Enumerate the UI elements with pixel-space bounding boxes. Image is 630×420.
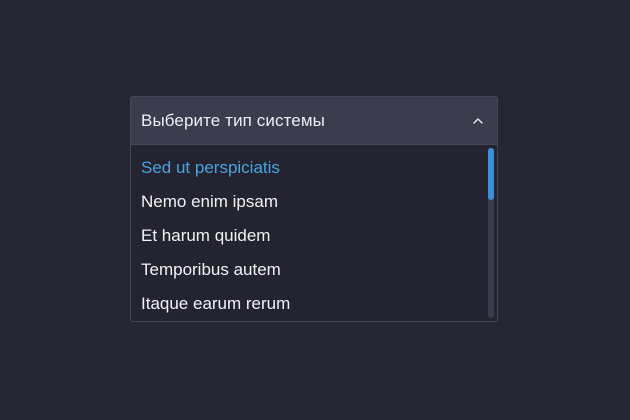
dropdown-option[interactable]: Temporibus autem xyxy=(131,253,497,287)
scrollbar-thumb[interactable] xyxy=(488,148,494,200)
dropdown-option[interactable]: Sed ut perspiciatis xyxy=(131,151,497,185)
dropdown-header[interactable]: Выберите тип системы xyxy=(131,97,497,145)
dropdown-option[interactable]: Et harum quidem xyxy=(131,219,497,253)
dropdown-option[interactable]: Nemo enim ipsam xyxy=(131,185,497,219)
chevron-up-icon[interactable] xyxy=(472,115,484,127)
dropdown-option[interactable]: Itaque earum rerum xyxy=(131,287,497,321)
system-type-dropdown[interactable]: Выберите тип системы Sed ut perspiciatis… xyxy=(130,96,498,322)
dropdown-options-list: Sed ut perspiciatis Nemo enim ipsam Et h… xyxy=(131,145,497,321)
page: Выберите тип системы Sed ut perspiciatis… xyxy=(0,0,630,420)
dropdown-value: Выберите тип системы xyxy=(141,110,325,130)
scrollbar-track[interactable] xyxy=(488,148,494,318)
